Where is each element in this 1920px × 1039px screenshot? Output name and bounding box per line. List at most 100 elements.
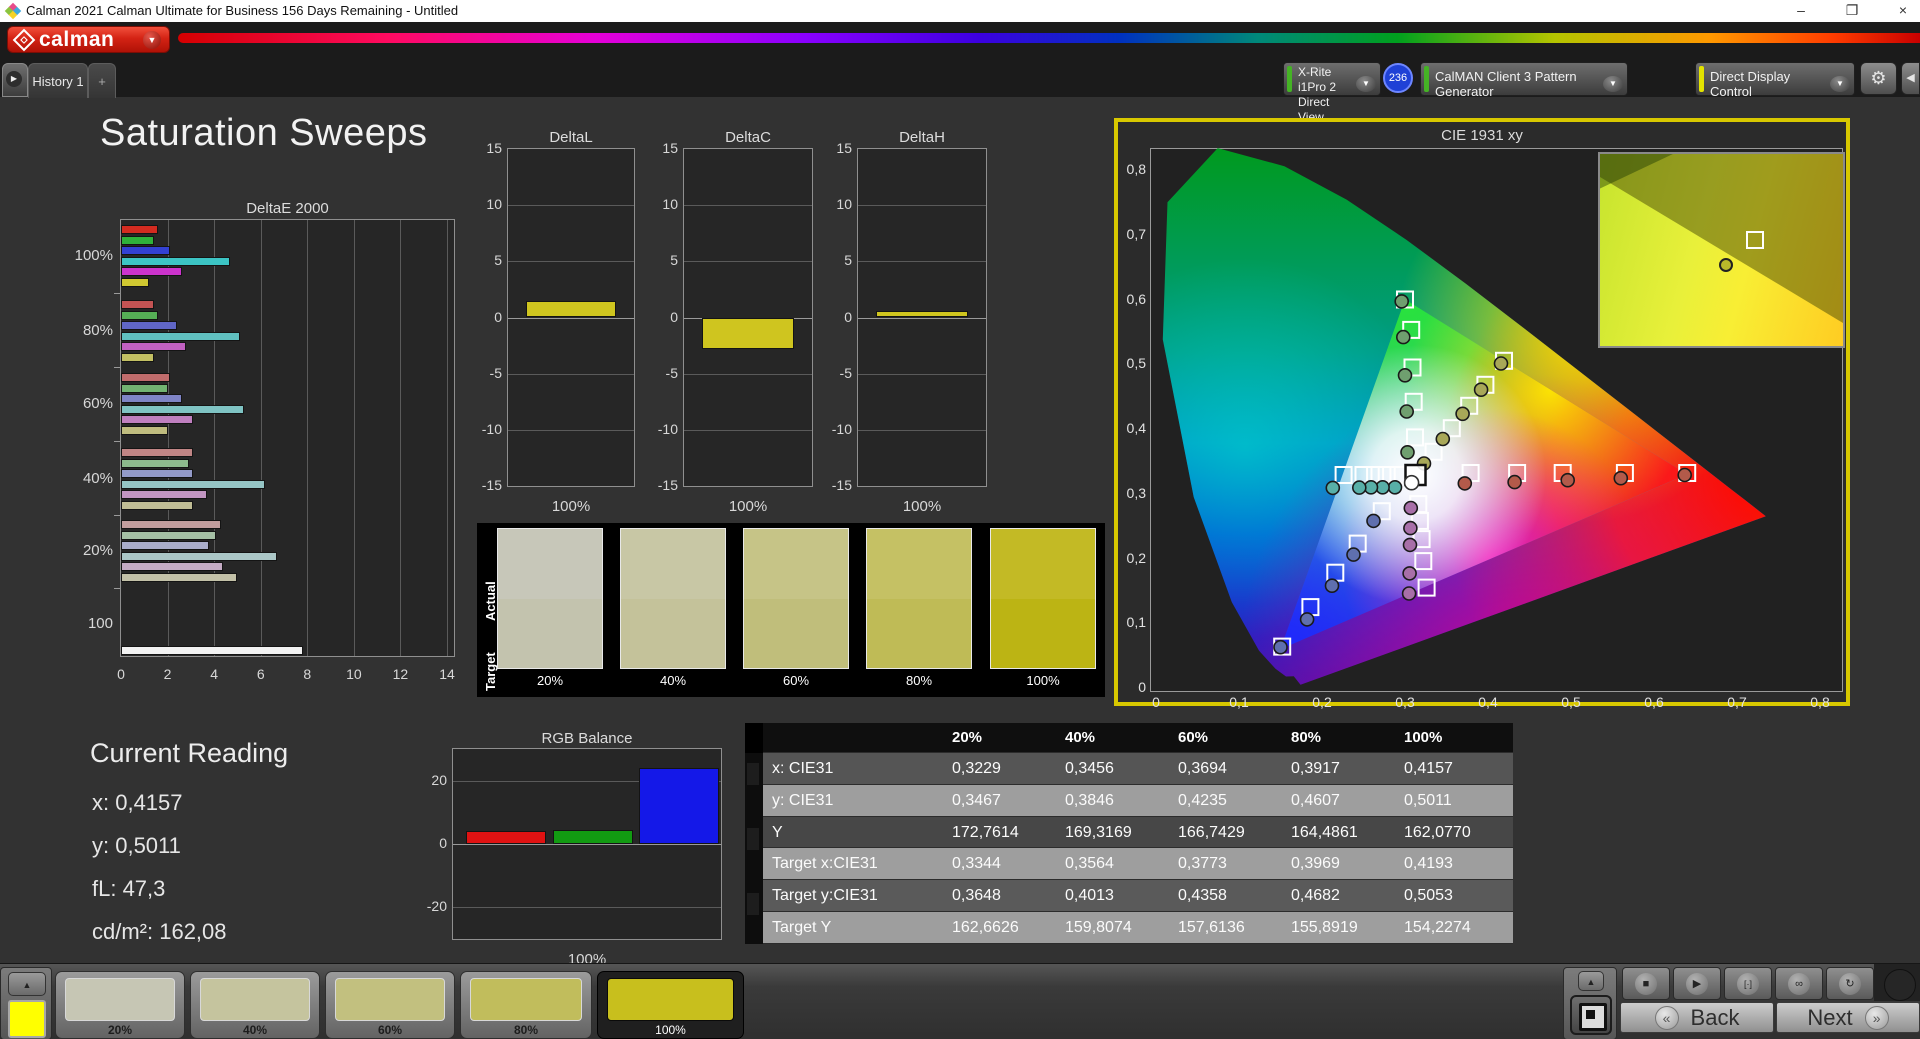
table-row: x: CIE31 0,3229 0,3456 0,3694 0,3917 0,4157 [763, 753, 1513, 785]
cie-y-tick-label: 0,5 [1126, 355, 1146, 372]
table-cell: 0,3969 [1291, 855, 1340, 873]
tab-scroll-button[interactable]: ▶ [2, 63, 28, 97]
measurement-table: 20% 40% 60% 80% 100% x: CIE31 0,3229 0,3456 0,36… [745, 723, 1513, 944]
display-control-label: Direct Display Control [1710, 69, 1791, 99]
cie-y-tick-label: 0,2 [1126, 549, 1146, 566]
pattern-button-label: 100% [655, 1023, 686, 1037]
cie-measured-yellow [1473, 382, 1489, 397]
deltae-x-tick-label: 10 [346, 666, 362, 682]
table-cell: 0,4682 [1291, 887, 1340, 905]
pattern-button-20%[interactable]: 20% [55, 971, 185, 1039]
dl-plot-gridline [508, 317, 634, 319]
table-cell: 0,4235 [1178, 791, 1227, 809]
record-indicator [1884, 969, 1916, 1001]
settings-button[interactable]: ⚙ [1860, 62, 1897, 95]
next-button[interactable]: Next » [1776, 1002, 1920, 1033]
table-strip-notch [747, 893, 759, 915]
deltae-gridline [214, 220, 216, 656]
deltae-bar-60%-magenta [121, 415, 194, 424]
restore-button[interactable]: ❐ [1835, 0, 1869, 22]
out-of-gamut-region [1600, 154, 1843, 323]
triangle-up-icon: ▲ [22, 980, 32, 990]
play-pattern-button[interactable]: ▶ [1673, 967, 1721, 1000]
rgb-gridline [453, 907, 721, 909]
dl-plot-gridline [508, 261, 634, 263]
dh-plot-gridline [858, 317, 986, 319]
table-cell: 0,5053 [1404, 887, 1453, 905]
table-cell: 162,0770 [1404, 823, 1471, 841]
dl-plot-gridline [508, 429, 634, 431]
deltae-bar-80%-blue [121, 321, 177, 330]
dc-plot-gridline [684, 429, 812, 431]
display-control-dropdown[interactable]: Direct Display Control ▼ [1695, 62, 1855, 99]
triangle-up-icon: ▲ [1586, 977, 1596, 987]
pattern-preview-swatch [8, 1000, 46, 1038]
table-row: Y 172,7614 169,3169 166,7429 164,4861 162,077… [763, 816, 1513, 849]
dh-plot-y-tick-label: 15 [836, 140, 852, 156]
deltae-bar-20%-yellow [121, 572, 238, 582]
deltae-bar-20%-green [121, 530, 217, 540]
reading-fl: fL: 47,3 [92, 876, 166, 901]
continuous-read-button[interactable]: ∞ [1775, 967, 1823, 1000]
cie-x-tick-label: 0,4 [1478, 694, 1498, 710]
target-row-label: Target [483, 652, 498, 691]
meter-count-badge[interactable]: 236 [1383, 63, 1413, 93]
swatch-target-60% [744, 598, 848, 668]
back-button[interactable]: « Back [1620, 1002, 1774, 1033]
cie-y-tick-label: 0,6 [1126, 290, 1146, 307]
deltah-chart-title: DeltaH [899, 129, 945, 146]
cie-y-tick-label: 0,1 [1126, 614, 1146, 631]
calman-menu-button[interactable]: calman ▼ [7, 26, 170, 53]
loop-read-button[interactable]: ↻ [1826, 967, 1874, 1000]
swatch-actual-20% [498, 529, 602, 599]
deltae-bar-60%-red [121, 373, 170, 382]
deltae-gridline [447, 220, 448, 656]
swatch-target-20% [498, 598, 602, 668]
swatch-label: 100% [1026, 673, 1060, 688]
dl-plot-gridline [508, 373, 634, 375]
current-reading-title: Current Reading [90, 738, 289, 768]
deltae-bar-100%-magenta [121, 267, 182, 276]
cie-measured-magenta [1402, 566, 1417, 581]
table-header-cell: 80% [1291, 729, 1322, 746]
pattern-button-40%[interactable]: 40% [190, 971, 320, 1039]
cie-measured-yellow [1455, 406, 1470, 422]
cie-x-tick-label: 0,5 [1561, 694, 1581, 710]
pattern-button-label: 20% [107, 1023, 133, 1037]
swatch-label: 40% [659, 673, 687, 688]
table-cell: 0,3344 [952, 855, 1001, 873]
pattern-button-100%[interactable]: 100% [597, 971, 744, 1039]
table-row-label: Target y:CIE31 [772, 887, 878, 905]
close-button[interactable]: × [1886, 0, 1920, 22]
meter-dropdown[interactable]: X-Rite i1Pro 2 Direct View ▼ [1283, 62, 1381, 124]
swatch-target-40% [621, 598, 725, 668]
pattern-button-80%[interactable]: 80% [460, 971, 592, 1039]
table-cell: 0,3467 [952, 791, 1001, 809]
expand-transport-button[interactable]: ▲ [1578, 971, 1604, 991]
pattern-swatch-100% [607, 978, 734, 1021]
pattern-button-60%[interactable]: 60% [325, 971, 455, 1039]
dh-plot-y-tick-label: 10 [836, 196, 852, 213]
expand-preview-button[interactable]: ▲ [8, 972, 46, 996]
cie-x-tick-label: 0,6 [1644, 694, 1664, 710]
chevrons-left-icon: « [1654, 1005, 1679, 1030]
table-cell: 172,7614 [952, 823, 1019, 841]
table-row-label: Target Y [772, 919, 832, 936]
add-tab-button[interactable]: + [88, 63, 116, 98]
window-pattern-button[interactable] [1570, 995, 1612, 1035]
deltae-gridline [353, 220, 355, 656]
cie-x-tick-label: 0 [1152, 694, 1160, 710]
tab-history-1[interactable]: History 1 [28, 63, 88, 98]
stop-pattern-button[interactable]: ■ [1622, 967, 1670, 1000]
window-pattern-icon [1579, 1003, 1607, 1031]
table-cell: 0,3773 [1178, 855, 1227, 873]
pattern-generator-dropdown[interactable]: CalMAN Client 3 Pattern Generator ▼ [1420, 62, 1628, 99]
minimize-button[interactable]: – [1784, 0, 1818, 22]
deltae-bar-40%-magenta [121, 490, 208, 499]
step-pattern-button[interactable]: [·] [1724, 967, 1772, 1000]
deltae-bar-60%-yellow [121, 425, 168, 435]
dl-plot-bar [525, 300, 617, 318]
collapse-panel-button[interactable]: ◀ [1901, 62, 1920, 95]
dl-plot-y-tick-label: 5 [494, 252, 502, 269]
meter-status-accent [1287, 66, 1292, 92]
